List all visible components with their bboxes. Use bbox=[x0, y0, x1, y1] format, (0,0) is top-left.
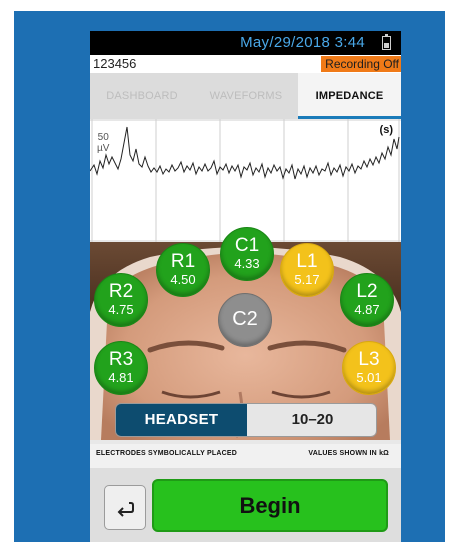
patient-id: 123456 bbox=[93, 56, 137, 71]
placement-note: ELECTRODES SYMBOLICALLY PLACED bbox=[96, 450, 237, 457]
action-bar: Begin bbox=[90, 468, 401, 542]
datetime: May/29/2018 3:44 bbox=[240, 34, 365, 51]
electrode-r3[interactable]: R3 4.81 bbox=[94, 341, 148, 395]
status-bar: May/29/2018 3:44 bbox=[90, 31, 401, 55]
electrode-l3[interactable]: L3 5.01 bbox=[342, 341, 396, 395]
battery-icon bbox=[382, 34, 391, 50]
tab-dashboard[interactable]: DASHBOARD bbox=[90, 73, 194, 119]
headset-option[interactable]: HEADSET bbox=[116, 404, 247, 436]
return-arrow-icon bbox=[117, 502, 134, 517]
footnote-bar: ELECTRODES SYMBOLICALLY PLACED VALUES SH… bbox=[90, 444, 401, 468]
montage-toggle: HEADSET 10–20 bbox=[115, 403, 377, 437]
electrode-r2[interactable]: R2 4.75 bbox=[94, 273, 148, 327]
electrode-c1[interactable]: C1 4.33 bbox=[220, 227, 274, 281]
eeg-trace bbox=[90, 126, 400, 180]
ten-twenty-option[interactable]: 10–20 bbox=[247, 404, 376, 436]
recording-status-badge[interactable]: Recording Off bbox=[321, 56, 401, 72]
units-note: VALUES SHOWN IN kΩ bbox=[308, 450, 389, 457]
time-unit: (s) bbox=[379, 124, 393, 136]
tab-waveforms[interactable]: WAVEFORMS bbox=[194, 73, 298, 119]
electrode-r1[interactable]: R1 4.50 bbox=[156, 243, 210, 297]
tab-impedance[interactable]: IMPEDANCE bbox=[298, 73, 401, 119]
waveform-plot bbox=[90, 119, 401, 242]
electrode-c2[interactable]: C2 bbox=[218, 293, 272, 347]
electrode-l1[interactable]: L1 5.17 bbox=[280, 243, 334, 297]
waveform-panel: 50 µV (s) bbox=[90, 119, 401, 242]
amplitude-scale: 50 µV bbox=[97, 132, 110, 154]
info-bar: 123456 Recording Off bbox=[90, 55, 401, 73]
back-button[interactable] bbox=[104, 485, 146, 530]
electrode-l2[interactable]: L2 4.87 bbox=[340, 273, 394, 327]
device-screen: May/29/2018 3:44 123456 Recording Off DA… bbox=[90, 31, 401, 542]
tab-bar: DASHBOARD WAVEFORMS IMPEDANCE bbox=[90, 73, 401, 119]
begin-button[interactable]: Begin bbox=[152, 479, 388, 532]
